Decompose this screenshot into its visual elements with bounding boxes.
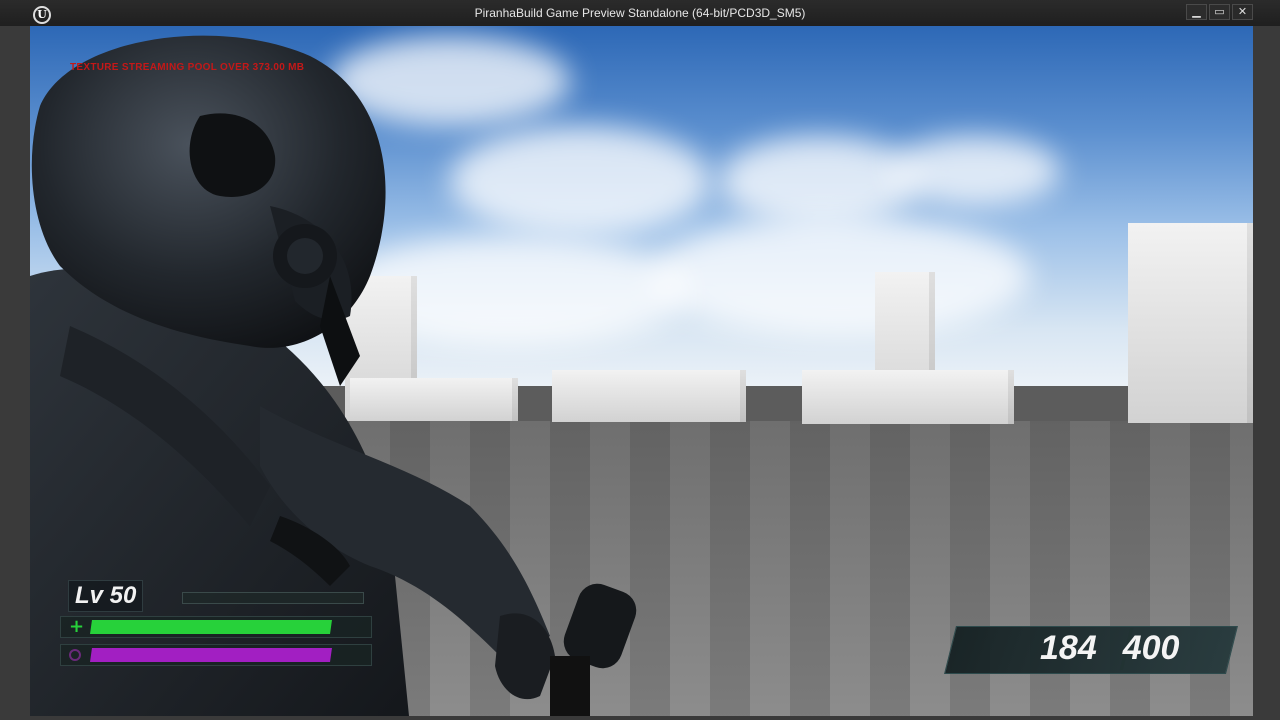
xp-bar (182, 592, 364, 604)
cloud (720, 136, 920, 226)
ammo-counter: 184 400 (1040, 629, 1179, 668)
maximize-button[interactable]: ▭ (1209, 4, 1230, 20)
health-plus-icon: + (69, 616, 85, 637)
minimize-button[interactable]: ▁ (1186, 4, 1207, 20)
health-bar-fill (90, 620, 332, 634)
cloud (890, 136, 1060, 206)
title-bar[interactable]: U PiranhaBuild Game Preview Standalone (… (0, 0, 1280, 26)
close-button[interactable]: ✕ (1232, 4, 1253, 20)
ammo-clip: 184 (1040, 629, 1097, 667)
player-character (30, 35, 637, 716)
level-label: Lv 50 (68, 580, 144, 612)
white-block (1128, 223, 1253, 423)
mana-bar-row (60, 644, 372, 666)
level-panel: Lv 50 (60, 580, 372, 612)
mana-bar-fill (90, 648, 332, 662)
health-bar-row: + (60, 616, 372, 638)
window-controls: ▁ ▭ ✕ (1186, 4, 1253, 20)
mana-icon (69, 649, 81, 661)
texture-streaming-warning: TEXTURE STREAMING POOL OVER 373.00 MB (70, 62, 305, 73)
white-block (802, 370, 1014, 424)
ammo-reserve: 400 (1122, 629, 1180, 667)
game-window: U PiranhaBuild Game Preview Standalone (… (0, 0, 1280, 720)
game-viewport[interactable]: TEXTURE STREAMING POOL OVER 373.00 MB Lv… (30, 26, 1253, 716)
cloud (650, 216, 1030, 336)
window-title: PiranhaBuild Game Preview Standalone (64… (474, 6, 806, 20)
